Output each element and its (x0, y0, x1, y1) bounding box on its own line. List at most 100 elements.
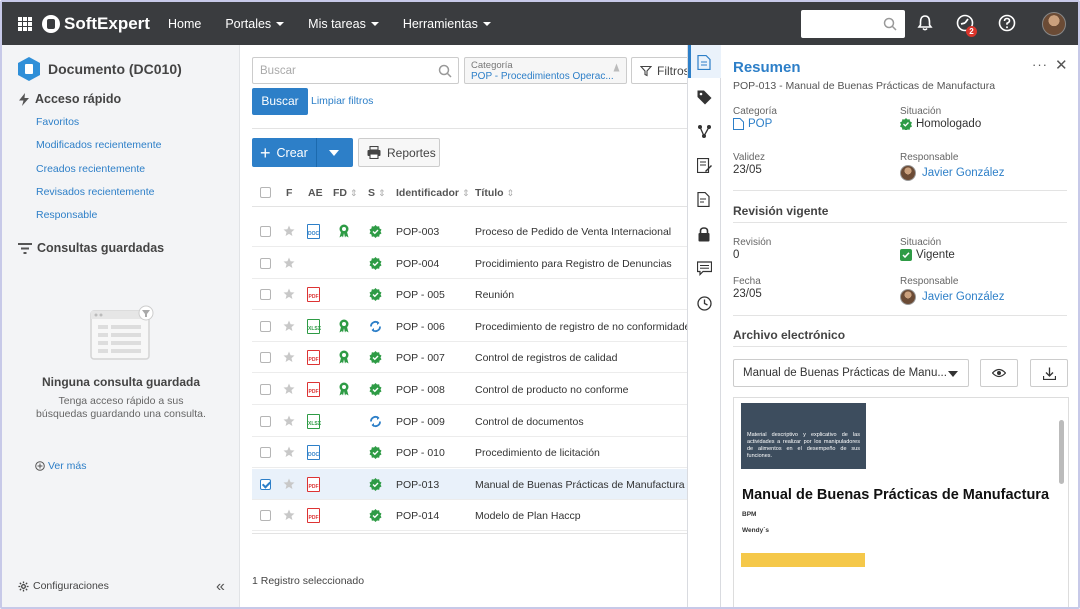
filter-lines-icon (18, 242, 32, 254)
row-checkbox[interactable] (260, 257, 271, 269)
nav-home[interactable]: Home (168, 17, 201, 31)
tag-icon[interactable] (697, 90, 712, 105)
preview-scrollbar[interactable] (1059, 420, 1064, 484)
nav-portales[interactable]: Portales (225, 17, 285, 31)
row-checkbox[interactable] (260, 478, 271, 490)
download-icon (1042, 367, 1056, 380)
filters-button[interactable]: Filtros (631, 57, 691, 84)
quick-link-revisados[interactable]: Revisados recientemente (36, 186, 154, 198)
view-file-button[interactable] (980, 359, 1018, 387)
file-select[interactable]: Manual de Buenas Prácticas de Manu... (733, 359, 969, 387)
quick-link-modificados[interactable]: Modificados recientemente (36, 139, 161, 151)
bell-icon[interactable] (916, 14, 934, 32)
nav-herramientas[interactable]: Herramientas (403, 17, 491, 31)
clear-filters-link[interactable]: Limpiar filtros (311, 95, 373, 107)
quick-link-creados[interactable]: Creados recientemente (36, 163, 145, 175)
favorite-star-icon[interactable] (283, 478, 295, 493)
row-checkbox[interactable] (260, 447, 271, 459)
col-s-header[interactable]: S ⇕ (368, 187, 385, 199)
panel-tabs-strip (687, 45, 722, 607)
more-options-icon[interactable]: ··· (1032, 57, 1048, 72)
row-checkbox[interactable] (260, 384, 271, 395)
favorite-star-icon[interactable] (283, 351, 295, 366)
col-fd-header[interactable]: FD ⇕ (333, 187, 357, 199)
gear-icon (18, 580, 29, 592)
row-checkbox[interactable] (260, 352, 271, 364)
row-checkbox[interactable] (260, 415, 271, 427)
col-f[interactable]: F (286, 187, 292, 199)
pdf-file-icon[interactable]: PDF (307, 350, 320, 366)
col-titulo-header[interactable]: Título ⇕ (475, 187, 514, 199)
workflow-icon[interactable] (697, 124, 712, 139)
create-button[interactable]: + Crear (252, 138, 353, 167)
global-search-input[interactable] (801, 10, 905, 38)
row-checkbox[interactable] (260, 226, 271, 237)
nav-mis-tareas[interactable]: Mis tareas (308, 17, 379, 31)
settings-link[interactable]: Configuraciones (18, 580, 109, 592)
pdf-file-icon[interactable]: PDF (307, 382, 320, 397)
close-icon[interactable]: ✕ (1055, 56, 1068, 74)
favorite-star-icon[interactable] (283, 320, 295, 335)
summary-document-icon[interactable] (697, 55, 711, 70)
table-row[interactable]: XLSX POP - 009 Control de documentos (252, 406, 687, 437)
search-button[interactable]: Buscar (252, 88, 308, 115)
favorite-star-icon[interactable] (283, 257, 295, 272)
doc-file-icon[interactable]: DOC (307, 445, 320, 461)
xlsx-file-icon[interactable]: XLSX (307, 318, 321, 334)
revision-cycle-icon (369, 320, 382, 336)
col-ae[interactable]: AE (308, 187, 323, 199)
validez-value: 23/05 (733, 164, 762, 176)
collapse-sidebar-icon[interactable]: « (216, 578, 225, 596)
select-all-checkbox[interactable] (260, 187, 271, 198)
user-avatar[interactable] (1042, 12, 1066, 36)
table-row[interactable]: POP-004 Procidimiento para Registro de De… (252, 248, 687, 279)
table-row[interactable]: PDF POP - 005 Reunión (252, 279, 687, 311)
ver-mas-link[interactable]: Ver más (35, 460, 87, 472)
favorite-star-icon[interactable] (283, 415, 295, 430)
approved-badge-icon (369, 477, 382, 494)
category-filter[interactable]: Categoría POP - Procedimientos Operac... (464, 57, 627, 84)
favorite-star-icon[interactable] (283, 383, 295, 398)
apps-grid-icon[interactable] (18, 16, 32, 31)
main-nav: Home Portales Mis tareas Herramientas (168, 2, 515, 45)
quick-link-favoritos[interactable]: Favoritos (36, 116, 79, 128)
categoria-label: Categoría (733, 106, 777, 117)
row-checkbox[interactable] (260, 510, 271, 522)
rev-responsable-value[interactable]: Javier González (900, 289, 1004, 305)
doc-file-icon[interactable]: DOC (307, 224, 320, 239)
brand-logo[interactable]: SoftExpert (42, 14, 150, 34)
file-preview[interactable]: Material descriptivo y explicativo de la… (733, 397, 1069, 607)
row-checkbox[interactable] (260, 289, 271, 301)
edit-document-icon[interactable] (697, 158, 712, 173)
quick-link-responsable[interactable]: Responsable (36, 209, 97, 221)
row-checkbox[interactable] (260, 320, 271, 332)
pdf-file-icon[interactable]: PDF (307, 508, 320, 524)
table-row[interactable]: PDF POP - 007 Control de registros de cali… (252, 342, 687, 374)
comments-icon[interactable] (697, 261, 712, 276)
table-row[interactable]: DOC POP-003 Proceso de Pedido de Venta Int… (252, 216, 687, 247)
search-input[interactable]: Buscar (252, 57, 459, 84)
history-clock-icon[interactable] (697, 296, 712, 311)
table-row[interactable]: PDF POP - 008 Control de producto no confo… (252, 374, 687, 405)
cell-identificador: POP-014 (396, 510, 440, 523)
favorite-star-icon[interactable] (283, 288, 295, 303)
download-button[interactable] (1030, 359, 1068, 387)
document-check-icon[interactable] (697, 192, 712, 207)
table-row[interactable]: PDF POP-014 Modelo de Plan Haccp (252, 500, 687, 532)
create-dropdown-icon[interactable] (329, 150, 339, 156)
table-row[interactable]: PDF POP-013 Manual de Buenas Prácticas de … (252, 468, 687, 500)
pdf-file-icon[interactable]: PDF (307, 476, 320, 492)
table-row[interactable]: DOC POP - 010 Procedimiento de licitación (252, 437, 687, 469)
favorite-star-icon[interactable] (283, 225, 295, 240)
help-icon[interactable] (998, 14, 1016, 32)
col-identificador-header[interactable]: Identificador ⇕ (396, 187, 469, 199)
lock-icon[interactable] (697, 227, 711, 242)
xlsx-file-icon[interactable]: XLSX (307, 413, 321, 429)
reports-button[interactable]: Reportes (358, 138, 440, 167)
pdf-file-icon[interactable]: PDF (307, 287, 320, 303)
categoria-value[interactable]: POP (733, 118, 772, 130)
favorite-star-icon[interactable] (283, 446, 295, 461)
responsable-value[interactable]: Javier González (900, 165, 1004, 181)
table-row[interactable]: XLSX POP - 006 Procedimiento de registro d… (252, 311, 696, 342)
favorite-star-icon[interactable] (283, 509, 295, 524)
